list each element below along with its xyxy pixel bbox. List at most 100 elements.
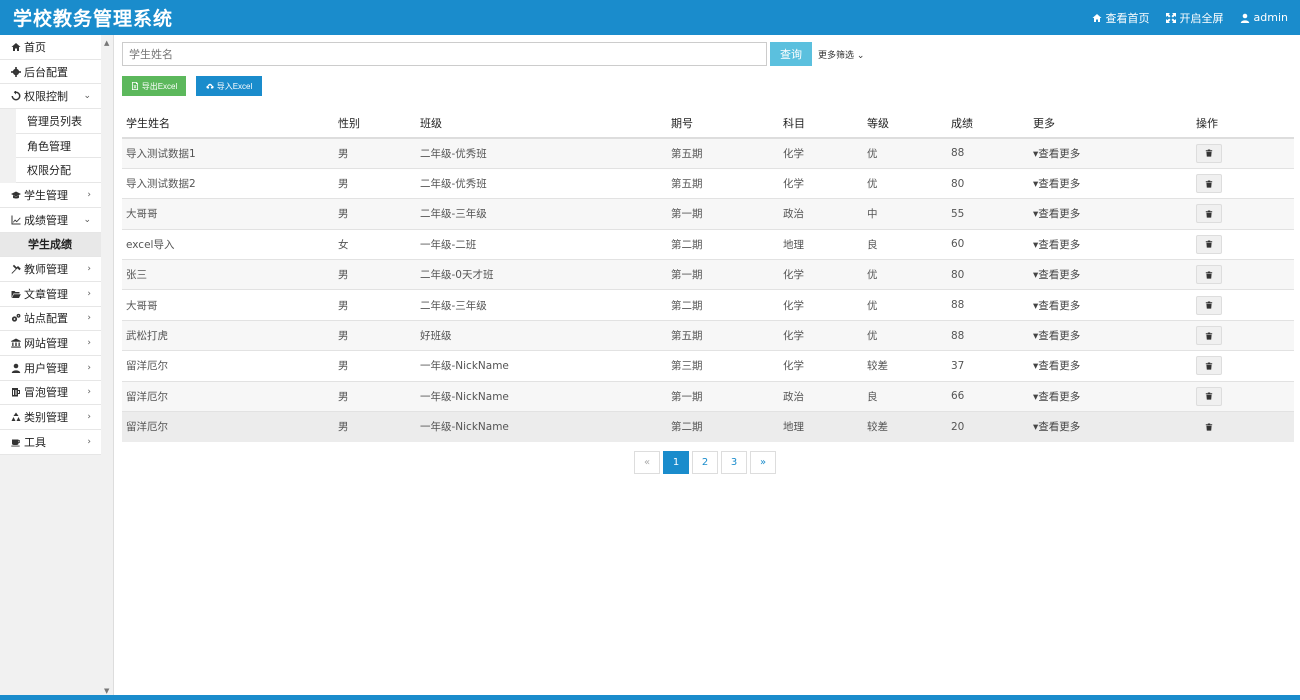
cell-term: 第一期 [667,380,779,412]
sidebar-item-users[interactable]: 用户管理 › [0,355,101,381]
view-more-link[interactable]: ▾查看更多 [1033,148,1080,160]
col-header-student-name[interactable]: 学生姓名 [122,108,334,139]
export-excel-button[interactable]: 导出Excel [122,76,186,96]
sidebar-subitem-admin-list[interactable]: 管理员列表 [16,109,101,134]
cell-more: ▾查看更多 [1029,380,1192,412]
view-more-label: 查看更多 [1038,208,1081,221]
table-row[interactable]: 导入测试数据2 男二年级-优秀班 第五期 化学优 80 ▾查看更多 [122,167,1294,199]
scroll-up-arrow-icon[interactable]: ▲ [104,39,109,47]
beer-icon [10,387,21,398]
table-row[interactable]: 张三男二年级-0天才班 第一期 化学优 80 ▾查看更多 [122,259,1294,290]
trash-icon [1205,180,1213,188]
trash-icon [1205,271,1213,279]
header-actions: 查看首页 开启全屏 admin [1092,10,1288,26]
delete-button[interactable] [1196,326,1222,346]
view-more-link[interactable]: ▾查看更多 [1033,208,1080,220]
sidebar: 首页 后台配置 权限控制 ⌄ 管理员列表 角色管理 权限分配 学生管理 › 成绩… [0,35,114,695]
chevron-right-icon: › [87,387,91,398]
page-1-button[interactable]: 1 [663,451,689,474]
delete-button[interactable] [1196,174,1222,194]
page-prev-button[interactable]: « [634,451,660,474]
sidebar-item-tools[interactable]: 工具 › [0,430,101,455]
sidebar-item-backend-config[interactable]: 后台配置 [0,59,101,85]
col-header-class[interactable]: 班级 [416,108,667,139]
cell-actions [1192,319,1294,351]
recycle-icon [10,412,21,423]
sidebar-scrollbar[interactable] [101,35,113,695]
sidebar-item-bubble[interactable]: 冒泡管理 › [0,380,101,406]
col-header-subject[interactable]: 科目 [779,108,863,139]
query-button[interactable]: 查询 [770,42,812,66]
cell-gender: 女 [334,228,416,260]
user-icon [1240,13,1249,23]
gavel-icon [10,264,21,275]
delete-button[interactable] [1196,265,1222,285]
sidebar-subitem-student-scores[interactable]: 学生成绩 [0,232,101,258]
sidebar-subitem-role-manage[interactable]: 角色管理 [16,133,101,159]
view-more-link[interactable]: ▾查看更多 [1033,421,1080,433]
view-more-link[interactable]: ▾查看更多 [1033,391,1080,403]
table-row[interactable]: 留洋厄尔男一年级-NickName 第二期 地理 较差 20 ▾查看更多 [122,411,1294,442]
more-filter-toggle[interactable]: 更多筛选 ⌄ [818,48,864,61]
view-more-link[interactable]: ▾查看更多 [1033,300,1080,312]
scroll-down-arrow-icon[interactable]: ▼ [104,687,109,695]
cell-gender: 男 [334,198,416,230]
sidebar-item-site-config[interactable]: 站点配置 › [0,306,101,332]
sidebar-item-website[interactable]: 网站管理 › [0,331,101,356]
cell-term: 第五期 [667,319,779,351]
sidebar-item-articles[interactable]: 文章管理 › [0,281,101,307]
view-more-link[interactable]: ▾查看更多 [1033,269,1080,281]
table-row[interactable]: 大哥哥男二年级-三年级 第二期 化学优 88 ▾查看更多 [122,289,1294,321]
sidebar-item-label: 用户管理 [24,361,68,375]
cell-score: 88 [947,319,1029,351]
cell-grade: 优 [863,289,947,321]
fullscreen-link[interactable]: 开启全屏 [1165,10,1224,26]
view-more-link[interactable]: ▾查看更多 [1033,178,1080,190]
delete-button[interactable] [1196,204,1222,224]
sidebar-item-label: 站点配置 [24,312,68,326]
table-row[interactable]: 导入测试数据1 男二年级-优秀班 第五期 化学优 88 ▾查看更多 [122,137,1294,169]
cell-actions [1192,380,1294,412]
cell-score: 80 [947,167,1029,199]
delete-button[interactable] [1196,417,1222,436]
page-next-button[interactable]: » [750,451,776,474]
delete-button[interactable] [1196,295,1222,315]
delete-button[interactable] [1196,386,1222,406]
user-menu[interactable]: admin [1240,11,1288,24]
import-excel-button[interactable]: 导入Excel [196,76,262,96]
delete-button[interactable] [1196,234,1222,254]
cell-gender: 男 [334,350,416,382]
sidebar-item-category[interactable]: 类别管理 › [0,405,101,430]
col-header-score[interactable]: 成绩 [947,108,1029,139]
delete-button[interactable] [1196,143,1222,163]
cell-class: 好班级 [416,319,667,351]
sidebar-item-permission[interactable]: 权限控制 ⌄ [0,84,101,110]
col-header-more: 更多 [1029,108,1192,139]
sidebar-item-home[interactable]: 首页 [0,35,101,60]
table-row[interactable]: 留洋厄尔男一年级-NickName 第三期 化学 较差 37 ▾查看更多 [122,350,1294,382]
delete-button[interactable] [1196,356,1222,376]
trash-icon [1205,332,1213,340]
col-header-gender[interactable]: 性别 [334,108,416,139]
sidebar-item-scores[interactable]: 成绩管理 ⌄ [0,207,101,233]
view-more-link[interactable]: ▾查看更多 [1033,360,1080,372]
col-header-term[interactable]: 期号 [667,108,779,139]
sidebar-item-students[interactable]: 学生管理 › [0,183,101,208]
table-row[interactable]: 武松打虎男好班级 第五期 化学优 88 ▾查看更多 [122,319,1294,351]
view-more-link[interactable]: ▾查看更多 [1033,330,1080,342]
chevron-down-icon: ⌄ [83,91,91,102]
page-2-button[interactable]: 2 [692,451,718,474]
sidebar-subitem-permission-assign[interactable]: 权限分配 [16,158,101,184]
col-header-grade[interactable]: 等级 [863,108,947,139]
cell-gender: 男 [334,411,416,442]
cell-score: 80 [947,259,1029,290]
sidebar-item-label: 冒泡管理 [24,386,68,400]
table-row[interactable]: excel导入女一年级-二班 第二期 地理良 60 ▾查看更多 [122,228,1294,260]
sidebar-item-teachers[interactable]: 教师管理 › [0,257,101,282]
table-row[interactable]: 留洋厄尔男一年级-NickName 第一期 政治良 66 ▾查看更多 [122,380,1294,412]
student-name-search-input[interactable] [122,42,767,66]
view-home-link[interactable]: 查看首页 [1092,10,1150,26]
table-row[interactable]: 大哥哥男二年级-三年级 第一期 政治中 55 ▾查看更多 [122,198,1294,230]
view-more-link[interactable]: ▾查看更多 [1033,239,1080,251]
page-3-button[interactable]: 3 [721,451,747,474]
